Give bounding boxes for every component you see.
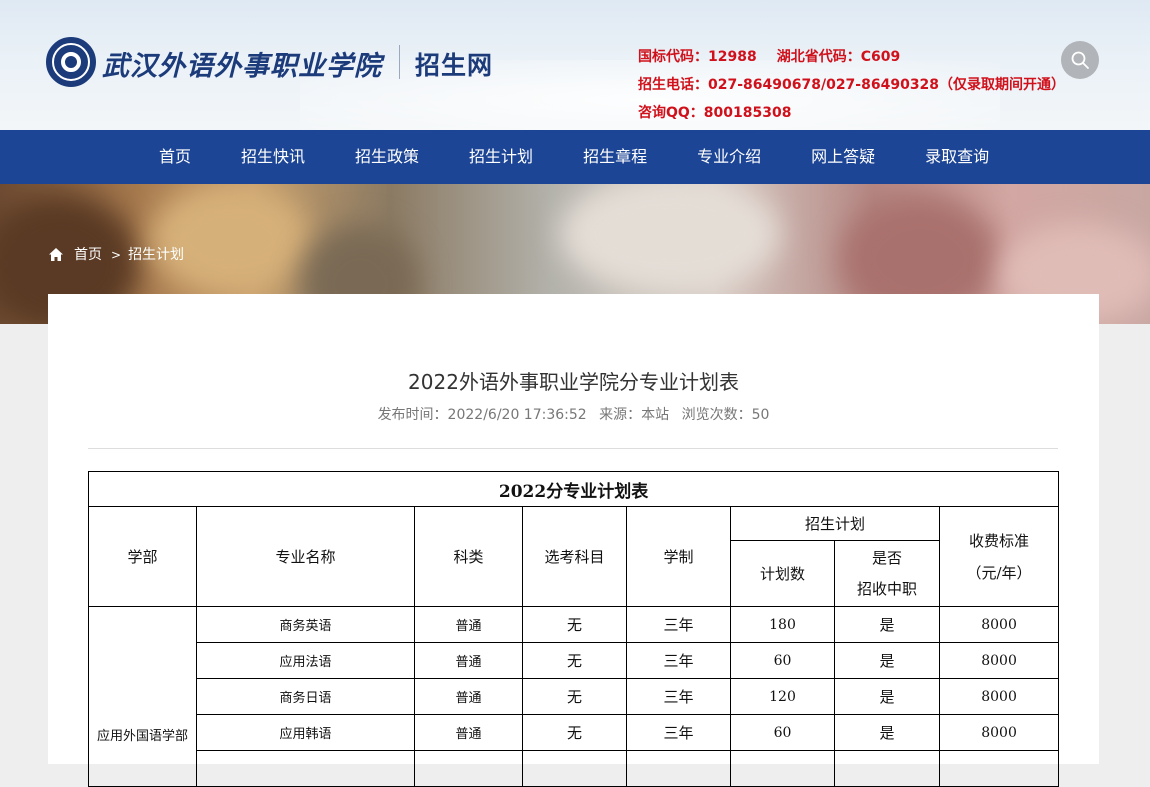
- breadcrumb: 首页 > 招生计划: [48, 244, 184, 264]
- header-category: 科类: [414, 506, 523, 607]
- header-vocational: 是否 招收中职: [834, 540, 940, 607]
- table-row-continued: [89, 750, 1060, 787]
- article-title: 2022外语外事职业学院分专业计划表: [408, 370, 739, 394]
- school-name[interactable]: 武汉外语外事职业学院: [102, 44, 382, 83]
- header-vocational-line2: 招收中职: [856, 579, 917, 598]
- vocational-cell: 是: [834, 678, 940, 715]
- home-icon[interactable]: [48, 247, 64, 262]
- nav-item-majors[interactable]: 专业介绍: [672, 130, 786, 184]
- duration-cell: 三年: [626, 606, 731, 643]
- table-row: 商务日语 普通 无 三年 120 是 8000: [89, 678, 1060, 715]
- department-name: 应用外国语学部: [96, 729, 188, 744]
- breadcrumb-current[interactable]: 招生计划: [128, 247, 184, 263]
- codes-line: 国标代码：12988 湖北省代码：C609: [638, 43, 1065, 71]
- plan-count-cell: 60: [730, 714, 835, 751]
- plan-count-cell: 120: [730, 678, 835, 715]
- title-divider: [88, 448, 1058, 449]
- category-cell: 普通: [414, 606, 523, 643]
- chevron-right-icon: >: [111, 248, 122, 262]
- duration-cell: 三年: [626, 678, 731, 715]
- logo-divider: [399, 45, 400, 79]
- header-plan-count: 计划数: [730, 540, 835, 607]
- header-fee: 收费标准 （元/年）: [938, 506, 1060, 607]
- article-meta: 发布时间：2022/6/20 17:36:52 来源：本站 浏览次数：50: [48, 404, 1099, 424]
- phone-line: 招生电话：027-86490678/027-86490328（仅录取期间开通）: [638, 77, 1066, 93]
- view-count: 浏览次数：50: [681, 407, 770, 423]
- nav-item-admission-query[interactable]: 录取查询: [900, 130, 1014, 184]
- major-cell: 商务日语: [196, 678, 415, 715]
- header-major: 专业名称: [196, 506, 415, 607]
- fee-cell: 8000: [938, 678, 1060, 715]
- table-row: 应用韩语 普通 无 三年 60 是 8000: [89, 714, 1060, 751]
- school-logo-icon[interactable]: [46, 37, 96, 87]
- subjects-cell: 无: [522, 714, 627, 751]
- header-vocational-line1: 是否: [871, 548, 902, 567]
- header-plan-group: 招生计划: [730, 506, 940, 541]
- main-nav: 首页 招生快讯 招生政策 招生计划 招生章程 专业介绍 网上答疑 录取查询: [0, 130, 1150, 184]
- nav-item-qa[interactable]: 网上答疑: [786, 130, 900, 184]
- table-row: 应用外国语学部 商务英语 普通 无 三年 180 是 8000: [88, 606, 1060, 787]
- province-code: 湖北省代码：C609: [776, 49, 901, 65]
- qq-line: 咨询QQ：800185308: [638, 105, 792, 121]
- site-header: 武汉外语外事职业学院 招生网 国标代码：12988 湖北省代码：C609 招生电话…: [0, 0, 1150, 130]
- plan-count-cell: 180: [730, 606, 835, 643]
- subjects-cell: 无: [522, 642, 627, 679]
- nav-item-charter[interactable]: 招生章程: [558, 130, 672, 184]
- table-caption: 2022分专业计划表: [87, 471, 1060, 507]
- header-duration: 学制: [626, 506, 731, 607]
- search-icon: [1071, 51, 1089, 69]
- vocational-cell: 是: [834, 642, 940, 679]
- major-cell: 应用法语: [196, 642, 415, 679]
- subjects-cell: 无: [522, 606, 627, 643]
- major-cell: 应用韩语: [196, 714, 415, 751]
- header-department: 学部: [88, 506, 197, 607]
- header-subjects: 选考科目: [522, 506, 627, 607]
- category-cell: 普通: [414, 642, 523, 679]
- major-cell: 商务英语: [196, 606, 415, 643]
- header-fee-line2: （元/年）: [966, 563, 1032, 582]
- nav-item-plan[interactable]: 招生计划: [444, 130, 558, 184]
- fee-cell: 8000: [938, 642, 1060, 679]
- department-cell: 应用外国语学部: [88, 606, 197, 787]
- content-panel: 2022外语外事职业学院分专业计划表 发布时间：2022/6/20 17:36:…: [48, 294, 1099, 787]
- nav-item-policy[interactable]: 招生政策: [330, 130, 444, 184]
- breadcrumb-home[interactable]: 首页: [74, 247, 102, 263]
- duration-cell: 三年: [626, 714, 731, 751]
- nav-item-news[interactable]: 招生快讯: [216, 130, 330, 184]
- national-code: 国标代码：12988: [638, 49, 757, 65]
- article-source: 来源：本站: [599, 407, 670, 423]
- site-name[interactable]: 招生网: [415, 46, 493, 82]
- subjects-cell: 无: [522, 678, 627, 715]
- plan-count-cell: 60: [730, 642, 835, 679]
- contact-info: 国标代码：12988 湖北省代码：C609 招生电话：027-86490678/0…: [638, 43, 1065, 127]
- fee-cell: 8000: [938, 606, 1060, 643]
- search-button[interactable]: [1061, 41, 1099, 79]
- vocational-cell: 是: [834, 606, 940, 643]
- fee-cell: 8000: [938, 714, 1060, 751]
- header-fee-line1: 收费标准: [969, 531, 1030, 550]
- plan-table: 2022分专业计划表 学部 专业名称 科类 选考科目 学制 招生计划 收费标准 …: [87, 471, 1060, 787]
- duration-cell: 三年: [626, 642, 731, 679]
- nav-item-home[interactable]: 首页: [134, 130, 216, 184]
- vocational-cell: 是: [834, 714, 940, 751]
- publish-time: 发布时间：2022/6/20 17:36:52: [377, 407, 587, 423]
- table-row: 应用法语 普通 无 三年 60 是 8000: [89, 642, 1060, 679]
- category-cell: 普通: [414, 714, 523, 751]
- category-cell: 普通: [414, 678, 523, 715]
